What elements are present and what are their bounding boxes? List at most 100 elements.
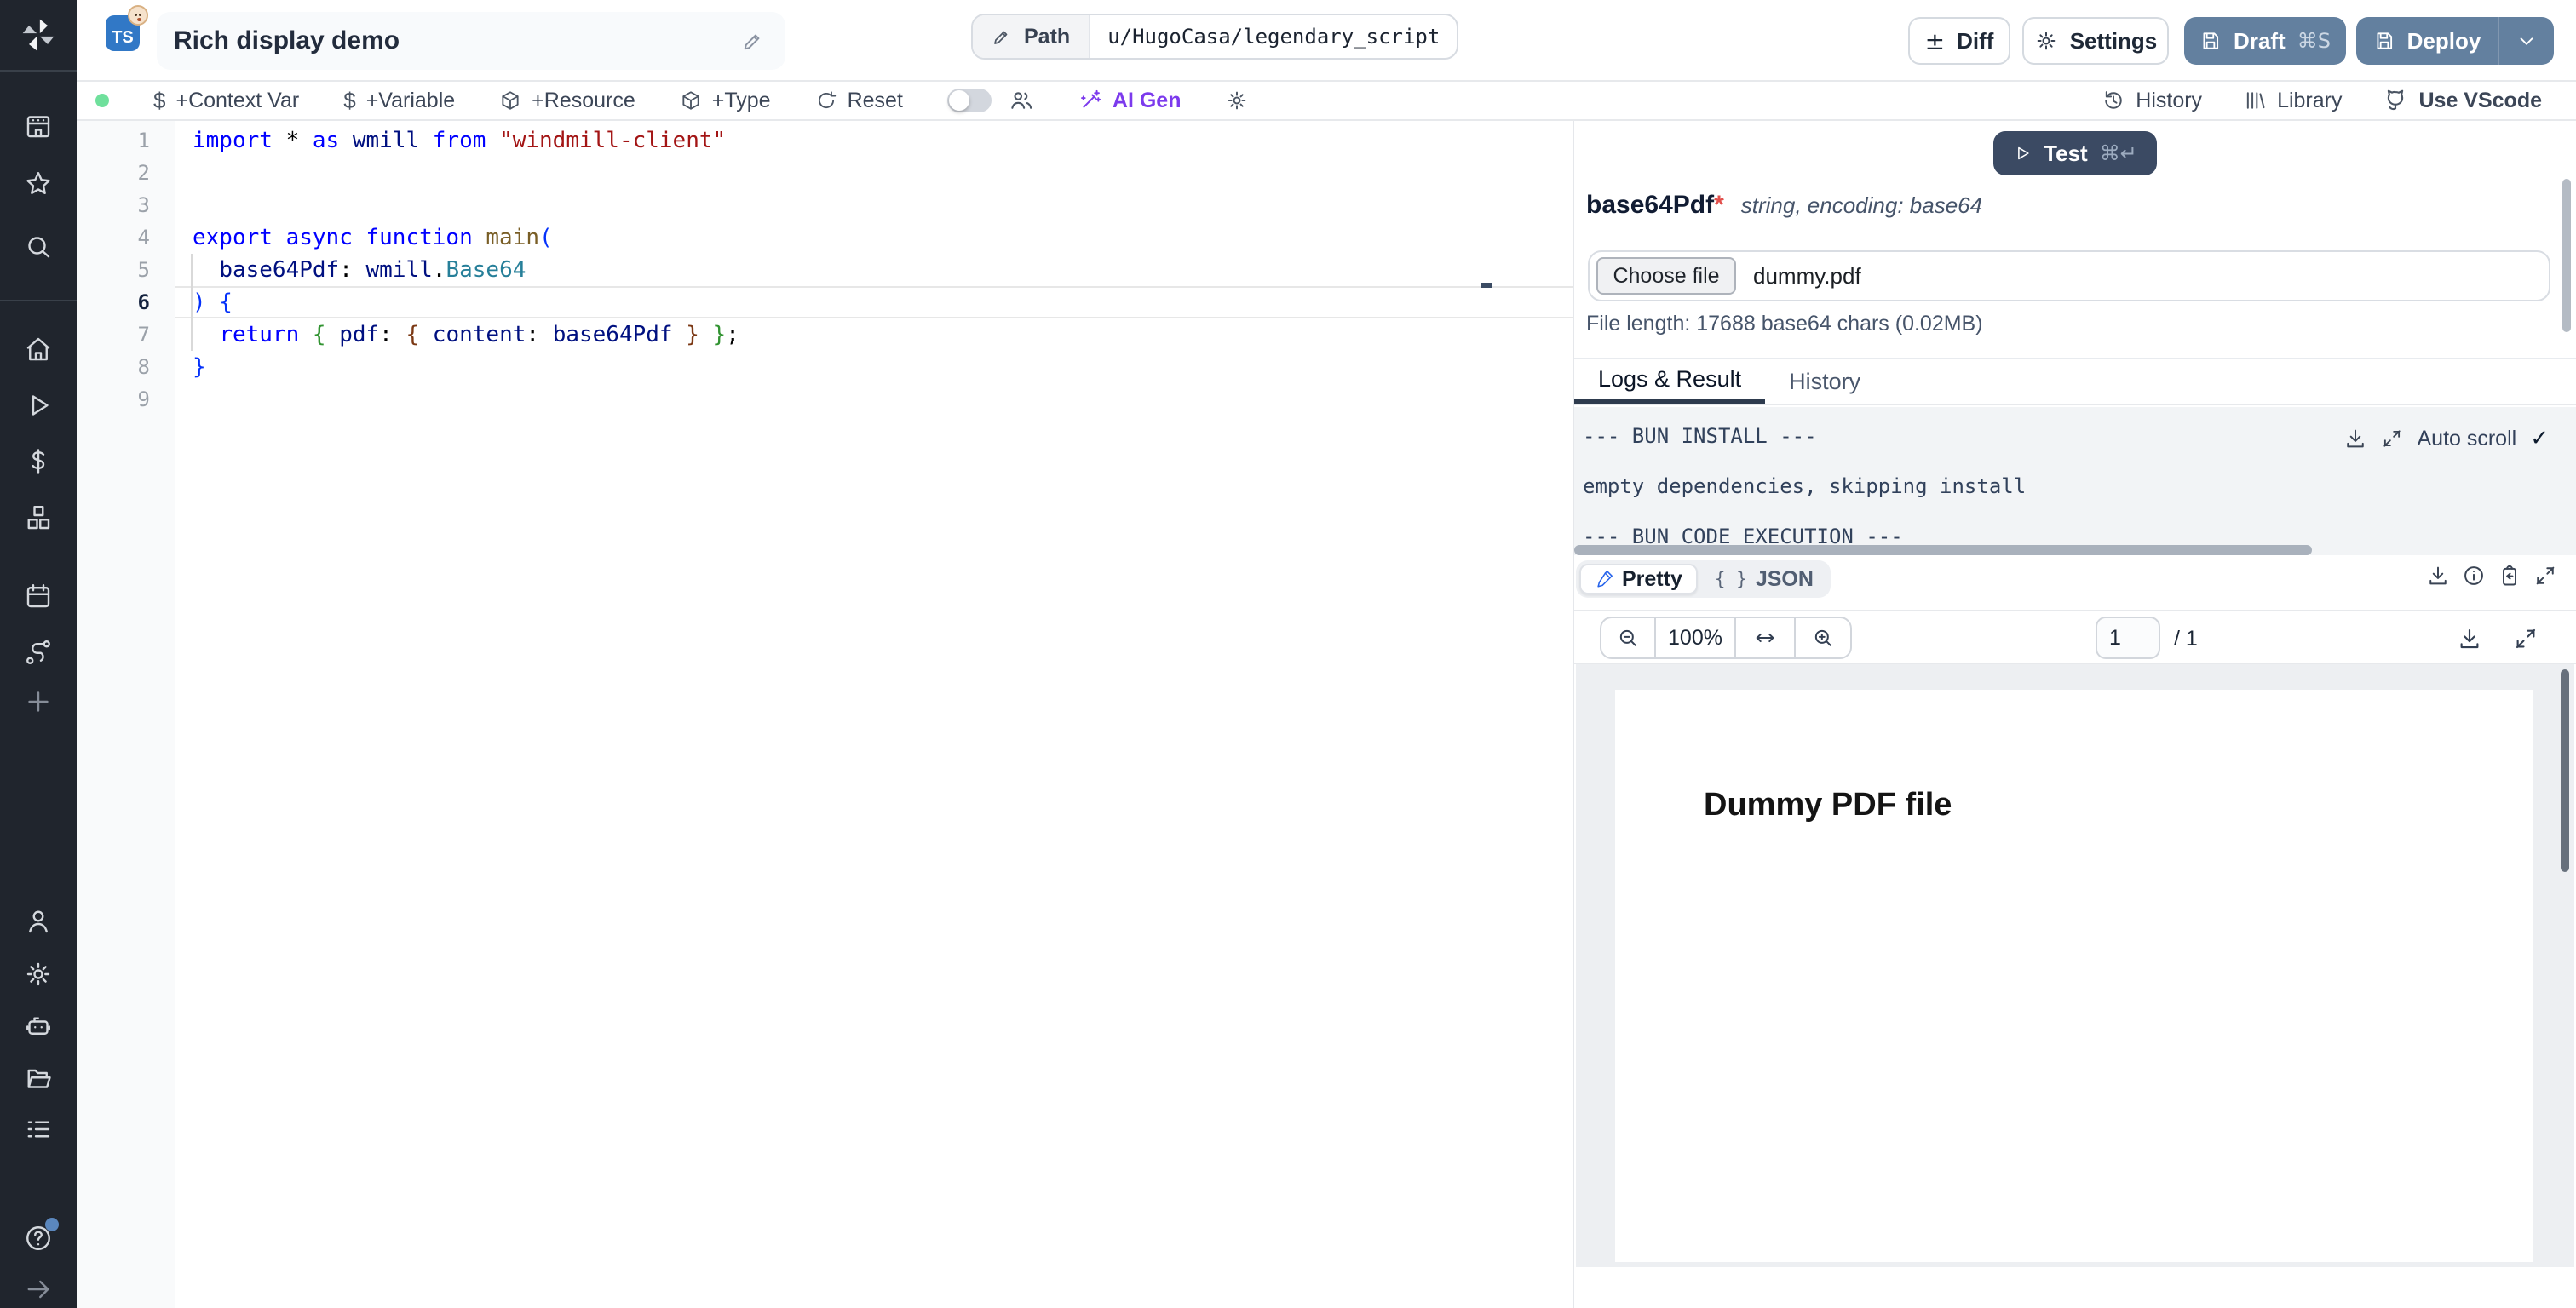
script-summary-field[interactable]: Rich display demo xyxy=(157,12,785,70)
sidebar-item-users[interactable] xyxy=(23,906,54,937)
sidebar-item-add[interactable] xyxy=(23,686,54,717)
auto-scroll-label[interactable]: Auto scroll xyxy=(2417,427,2516,451)
reset-button[interactable]: Reset xyxy=(815,89,903,113)
deploy-main[interactable]: Deploy xyxy=(2356,28,2498,54)
sidebar xyxy=(0,0,77,1308)
json-tab[interactable]: { } JSON xyxy=(1701,564,1827,594)
pdf-page: Dummy PDF file xyxy=(1615,690,2533,1262)
code-line[interactable]: return { pdf: { content: base64Pdf } }; xyxy=(193,318,739,351)
download-icon[interactable] xyxy=(2457,626,2482,651)
code-line[interactable]: export async function main( xyxy=(193,221,739,254)
file-input[interactable]: Choose file dummy.pdf xyxy=(1588,250,2550,301)
code-line[interactable]: } xyxy=(193,351,739,383)
code-line[interactable] xyxy=(193,189,739,221)
gear-icon xyxy=(1225,89,1249,112)
sidebar-item-workers[interactable] xyxy=(23,1010,54,1041)
fullscreen-icon[interactable] xyxy=(2513,626,2539,651)
sidebar-item-favorites[interactable] xyxy=(23,169,54,199)
collab-toggle[interactable] xyxy=(946,89,992,112)
sidebar-item-audit-logs[interactable] xyxy=(23,1114,54,1144)
sidebar-item-resources[interactable] xyxy=(23,502,54,533)
path-value: u/HugoCasa/legendary_script xyxy=(1107,25,1440,49)
code-line[interactable] xyxy=(193,157,739,189)
calendar-icon xyxy=(26,584,50,608)
notification-dot xyxy=(45,1218,59,1231)
library-button[interactable]: Library xyxy=(2243,89,2342,113)
expand-icon[interactable] xyxy=(2381,427,2403,450)
sidebar-item-folders[interactable] xyxy=(23,1063,54,1093)
overview-ruler-cursor-mark xyxy=(1481,283,1492,288)
deploy-dropdown[interactable] xyxy=(2499,30,2554,52)
add-type-button[interactable]: +Type xyxy=(680,89,771,113)
line-number: 4 xyxy=(137,226,150,250)
deploy-button[interactable]: Deploy xyxy=(2356,17,2554,65)
history-clock-icon xyxy=(2102,89,2125,112)
test-button[interactable]: Test ⌘↵ xyxy=(1993,131,2157,175)
plus-icon xyxy=(28,691,49,712)
log-pane[interactable]: --- BUN INSTALL --- empty dependencies, s… xyxy=(1574,407,2576,555)
plus-minus-icon: ± xyxy=(1924,26,1946,55)
add-resource-button[interactable]: +Resource xyxy=(499,89,635,113)
code-editor[interactable]: 1 2 3 4 5 6 7 8 9 import * as wmill from "windmi… xyxy=(77,121,1574,1308)
path-editor[interactable]: Path u/HugoCasa/legendary_script xyxy=(971,14,1459,60)
sidebar-item-flows[interactable] xyxy=(23,637,54,668)
info-circle-icon[interactable] xyxy=(2462,564,2486,588)
code-line[interactable]: base64Pdf: wmill.Base64 xyxy=(193,254,739,286)
sidebar-item-settings[interactable] xyxy=(23,959,54,990)
draft-button[interactable]: Draft ⌘S xyxy=(2184,17,2346,65)
choose-file-button[interactable]: Choose file xyxy=(1596,257,1736,295)
pdf-scrollbar[interactable] xyxy=(2561,669,2569,872)
pen-nib-icon xyxy=(1597,571,1613,588)
line-number: 9 xyxy=(137,387,150,411)
editor-settings-button[interactable] xyxy=(1225,89,1249,112)
sidebar-item-home[interactable] xyxy=(23,334,54,364)
code-content[interactable]: import * as wmill from "windmill-client"… xyxy=(193,124,739,416)
pdf-viewer[interactable]: Dummy PDF file xyxy=(1576,664,2574,1267)
path-label-segment[interactable]: Path xyxy=(973,15,1091,58)
expand-icon[interactable] xyxy=(2533,564,2557,588)
sidebar-item-schedules[interactable] xyxy=(23,581,54,611)
line-numbers: 1 2 3 4 5 6 7 8 9 xyxy=(77,124,150,416)
diff-button[interactable]: ± Diff xyxy=(1908,17,2010,65)
code-line[interactable] xyxy=(193,383,739,416)
panel-scrollbar[interactable] xyxy=(2562,179,2571,332)
sidebar-item-collapse[interactable] xyxy=(23,1274,54,1305)
download-icon[interactable] xyxy=(2426,564,2450,588)
line-number: 8 xyxy=(137,355,150,379)
page-number-input[interactable]: 1 xyxy=(2096,617,2160,659)
sidebar-item-workspace[interactable] xyxy=(23,111,54,141)
add-context-var-button[interactable]: $ +Context Var xyxy=(153,88,299,114)
fit-width-button[interactable] xyxy=(1734,618,1794,657)
code-line[interactable]: import * as wmill from "windmill-client" xyxy=(193,124,739,157)
line-number: 6 xyxy=(137,290,150,314)
clipboard-icon[interactable] xyxy=(2498,564,2521,588)
diff-mode-group xyxy=(946,88,1034,113)
sidebar-item-search[interactable] xyxy=(23,232,54,262)
tab-logs-result[interactable]: Logs & Result xyxy=(1574,359,1766,404)
deploy-button-label: Deploy xyxy=(2406,27,2481,54)
log-controls: Auto scroll ✓ xyxy=(2343,426,2549,451)
sidebar-item-variables[interactable] xyxy=(23,446,54,477)
panel-tabs: Logs & Result History xyxy=(1574,359,2576,405)
pretty-tab[interactable]: Pretty xyxy=(1579,564,1698,594)
edit-pencil-icon[interactable] xyxy=(741,29,765,53)
argument-header: base64Pdf* string, encoding: base64 xyxy=(1586,191,1982,220)
sidebar-item-runs[interactable] xyxy=(23,390,54,421)
zoom-out-button[interactable] xyxy=(1601,618,1654,657)
tab-history[interactable]: History xyxy=(1765,359,1884,404)
add-variable-button[interactable]: $ +Variable xyxy=(343,88,455,114)
sidebar-item-help[interactable] xyxy=(23,1218,59,1254)
history-button[interactable]: History xyxy=(2102,89,2202,113)
people-icon[interactable] xyxy=(1009,88,1034,113)
ai-gen-button[interactable]: AI Gen xyxy=(1078,89,1181,113)
zoom-in-button[interactable] xyxy=(1794,618,1850,657)
download-icon[interactable] xyxy=(2343,427,2367,450)
code-line[interactable]: ) { xyxy=(193,286,739,318)
cat-icon xyxy=(2383,88,2408,113)
history-label: History xyxy=(2136,88,2203,112)
use-vscode-button[interactable]: Use VScode xyxy=(2383,88,2542,113)
log-horizontal-scrollbar[interactable] xyxy=(1574,545,2312,555)
windmill-logo[interactable] xyxy=(0,0,77,72)
test-panel: Test ⌘↵ base64Pdf* string, encoding: bas… xyxy=(1574,121,2576,1308)
settings-button[interactable]: Settings xyxy=(2022,17,2169,65)
